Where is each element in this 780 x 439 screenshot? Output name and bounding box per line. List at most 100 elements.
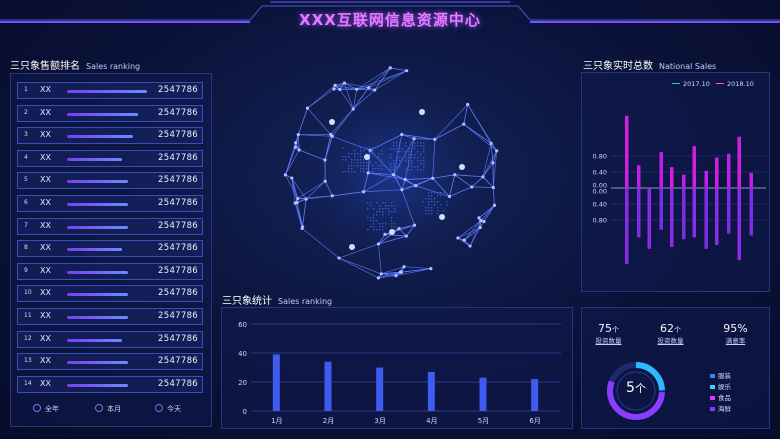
globe-land-dot: [423, 148, 425, 150]
rank-bar: [67, 180, 128, 184]
ranking-row[interactable]: 12 XX 2547786: [17, 330, 203, 348]
ranking-row[interactable]: 9 XX 2547786: [17, 262, 203, 280]
ranking-row[interactable]: 10 XX 2547786: [17, 285, 203, 303]
y-tick-label: 0.80: [593, 153, 607, 161]
globe-land-dot: [443, 192, 445, 194]
ranking-row[interactable]: 7 XX 2547786: [17, 217, 203, 235]
legend-food: 食品: [710, 392, 731, 402]
globe-land-dot: [375, 147, 377, 149]
rank-name: XX: [40, 378, 51, 388]
globe-land-dot: [366, 147, 368, 149]
globe-land-dot: [354, 165, 356, 167]
globe-node: [481, 175, 485, 179]
ranking-row[interactable]: 11 XX 2547786: [17, 308, 203, 325]
donut-center-value: 5个: [626, 380, 646, 396]
globe-node: [338, 87, 342, 92]
globe-land-dot: [369, 147, 371, 149]
ranking-row[interactable]: 14 XX 2547786: [17, 375, 203, 393]
globe-node: [492, 203, 497, 207]
rank-number: 2: [24, 108, 28, 116]
ranking-row[interactable]: 6 XX 2547786: [17, 195, 203, 212]
ranking-row[interactable]: 5 XX 2547786: [17, 172, 203, 190]
bar: [737, 188, 741, 261]
globe-land-dot: [367, 202, 369, 204]
bar: [625, 188, 629, 264]
ranking-row[interactable]: 1 XX 2547786: [17, 82, 203, 99]
globe-land-dot: [428, 204, 430, 206]
ranking-row[interactable]: 13 XX 2547786: [17, 353, 203, 371]
globe-land-dot: [393, 145, 395, 147]
globe-land-dot: [417, 166, 419, 168]
globe-land-dot: [376, 214, 378, 216]
bar: [727, 188, 731, 234]
bar: [659, 151, 663, 188]
globe-node: [403, 177, 407, 182]
rank-number: 11: [24, 312, 32, 319]
globe-land-dot: [411, 166, 413, 168]
filter-month[interactable]: 本月: [95, 404, 121, 414]
radio-icon: [155, 404, 163, 412]
globe-node: [290, 176, 294, 180]
globe-land-dot: [408, 151, 410, 153]
globe-node: [294, 141, 298, 145]
globe-land-dot: [370, 220, 372, 222]
ranking-row[interactable]: 8 XX 2547786: [17, 240, 203, 258]
globe-land-dot: [369, 150, 371, 152]
filter-today[interactable]: 今天: [155, 404, 181, 414]
globe-land-dot: [411, 157, 413, 159]
globe-land-dot: [342, 171, 344, 173]
globe-land-dot: [390, 166, 392, 168]
globe-node: [412, 223, 417, 227]
ranking-row[interactable]: 2 XX 2547786: [17, 104, 203, 122]
globe-land-dot: [391, 220, 393, 222]
bar: [427, 371, 435, 411]
globe-land-dot: [378, 153, 380, 155]
ranking-row[interactable]: 3 XX 2547786: [17, 127, 203, 145]
globe-land-dot: [379, 223, 381, 225]
globe-land-dot: [396, 142, 398, 144]
y-tick-label: 0.80: [593, 217, 607, 225]
globe-node: [447, 194, 452, 199]
globe-land-dot: [425, 207, 427, 209]
globe-land-dot: [420, 163, 422, 165]
bar: [647, 188, 651, 249]
bar: [637, 188, 641, 238]
globe-network-graphic: [283, 64, 500, 280]
globe-land-dot: [423, 169, 425, 171]
globe-node: [404, 234, 408, 238]
globe-land-dot: [366, 162, 368, 164]
globe-node: [477, 216, 481, 220]
ranking-row[interactable]: 4 XX 2547786: [17, 149, 203, 167]
bar: [715, 157, 719, 188]
globe-node: [355, 87, 359, 91]
filter-year[interactable]: 全年: [33, 404, 59, 414]
globe-land-dot: [373, 217, 375, 219]
globe-land-dot: [443, 210, 445, 212]
globe-land-dot: [372, 153, 374, 155]
globe-node: [433, 137, 437, 141]
x-tick-label: 5月: [478, 417, 489, 425]
globe-node: [466, 102, 470, 107]
globe-land-dot: [414, 148, 416, 150]
globe-node: [329, 132, 333, 137]
globe-land-dot: [423, 166, 425, 168]
rank-value: 2547786: [158, 107, 198, 118]
globe-land-dot: [381, 150, 383, 152]
globe-land-dot: [373, 226, 375, 228]
globe-land-dot: [417, 142, 419, 144]
globe-land-dot: [390, 157, 392, 159]
rank-name: XX: [40, 288, 51, 298]
bar: [637, 165, 641, 188]
globe-node: [361, 190, 366, 194]
globe-land-dot: [420, 169, 422, 171]
globe-node: [479, 219, 483, 223]
bar: [692, 188, 696, 238]
globe-land-dot: [411, 154, 413, 156]
globe-node: [379, 272, 383, 276]
globe-land-dot: [431, 207, 433, 209]
globe-land-dot: [379, 205, 381, 207]
legend-clothing: 服装: [710, 370, 731, 380]
globe-land-dot: [342, 156, 344, 158]
globe-node: [351, 107, 355, 111]
globe-node: [405, 69, 409, 73]
